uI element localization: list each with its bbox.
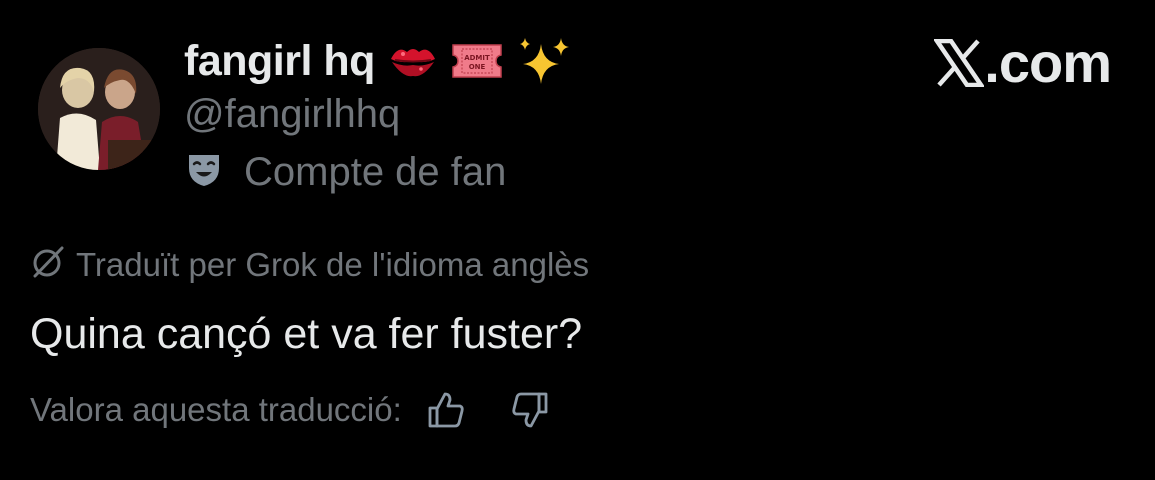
translation-notice-text: Traduït per Grok de l'idioma anglès bbox=[76, 245, 590, 283]
grok-icon bbox=[30, 244, 66, 285]
thumbs-up-icon bbox=[428, 392, 464, 428]
thumbs-down-icon bbox=[512, 392, 548, 428]
translated-post-text: Quina cançó et va fer fuster? bbox=[30, 310, 583, 358]
thumbs-down-button[interactable] bbox=[510, 390, 550, 430]
translation-notice: Traduït per Grok de l'idioma anglès bbox=[30, 244, 589, 285]
kiss-mark-icon bbox=[389, 42, 437, 80]
sparkles-icon bbox=[517, 36, 571, 86]
profile-label-text: Compte de fan bbox=[244, 150, 507, 194]
x-logo-link[interactable]: .com bbox=[934, 30, 1112, 95]
rate-translation-label: Valora aquesta traducció: bbox=[30, 391, 402, 428]
admit-one-ticket-icon: ADMIT ONE bbox=[451, 41, 503, 81]
avatar[interactable] bbox=[38, 48, 160, 170]
name-row: fangirl hq ADMIT ONE bbox=[184, 36, 571, 86]
svg-text:ONE: ONE bbox=[469, 63, 486, 71]
profile-label: Compte de fan bbox=[186, 150, 506, 195]
avatar-image bbox=[38, 48, 160, 170]
thumbs-up-button[interactable] bbox=[426, 390, 466, 430]
display-name[interactable]: fangirl hq bbox=[184, 37, 375, 86]
performing-arts-mask-icon bbox=[186, 152, 222, 193]
site-domain: .com bbox=[984, 31, 1112, 94]
x-logo-icon bbox=[934, 38, 985, 87]
rate-translation-row: Valora aquesta traducció: bbox=[30, 390, 594, 430]
profile-handle[interactable]: @fangirlhhq bbox=[184, 92, 400, 137]
svg-text:ADMIT: ADMIT bbox=[464, 54, 490, 62]
